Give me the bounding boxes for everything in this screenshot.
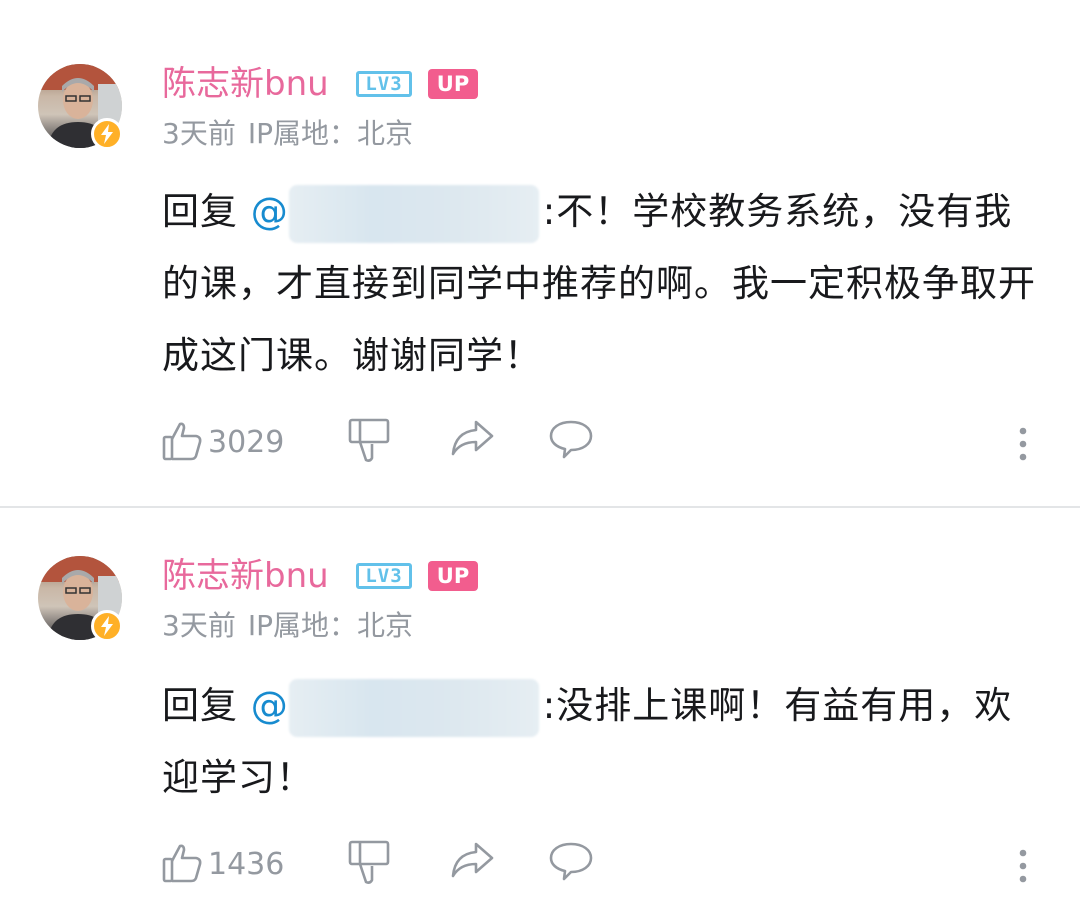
reply-button[interactable] [548, 418, 594, 464]
comment-time: 3天前 [162, 609, 236, 642]
ip-location: IP属地：北京 [247, 117, 413, 150]
dislike-button[interactable] [348, 840, 392, 890]
lightning-badge-icon [91, 610, 123, 642]
mention-link[interactable]: @ [251, 684, 289, 727]
comment-text: 回复 @:不！学校教务系统，没有我的课，才直接到同学中推荐的啊。我一定积极争取开… [162, 176, 1042, 392]
comment-actions: 3029 [162, 418, 1042, 468]
reply-prefix: 回复 [162, 684, 251, 727]
comment-time: 3天前 [162, 117, 236, 150]
comment-actions: 1436 [162, 840, 1042, 890]
reply-prefix: 回复 [162, 190, 251, 233]
thumbs-down-icon [348, 418, 392, 468]
comment-icon [548, 418, 594, 464]
username[interactable]: 陈志新bnu [162, 62, 329, 106]
level-badge: LV3 [356, 563, 412, 589]
like-count: 1436 [208, 847, 285, 882]
up-badge: UP [428, 561, 478, 591]
blurred-username [288, 678, 539, 737]
reply-button[interactable] [548, 840, 594, 886]
username[interactable]: 陈志新bnu [162, 554, 329, 598]
share-icon [450, 418, 496, 462]
share-icon [450, 840, 496, 884]
blurred-username [288, 184, 539, 243]
comment-meta: 3天前 IP属地：北京 [162, 116, 413, 152]
thumbs-up-icon [162, 420, 204, 466]
comment-item: 陈志新bnu LV3 UP 3天前 IP属地：北京 回复 @:没排上课啊！有益有用… [0, 508, 1080, 917]
up-badge: UP [428, 69, 478, 99]
comment-icon [548, 840, 594, 886]
more-vertical-icon[interactable] [1008, 424, 1038, 464]
share-button[interactable] [450, 840, 496, 884]
comment-item: 陈志新bnu LV3 UP 3天前 IP属地：北京 回复 @:不！学校教务系统，没… [0, 0, 1080, 506]
thumbs-down-icon [348, 840, 392, 890]
like-button[interactable]: 3029 [162, 418, 284, 468]
mention-link[interactable]: @ [251, 190, 289, 233]
like-count: 3029 [208, 425, 285, 460]
level-badge: LV3 [356, 71, 412, 97]
dislike-button[interactable] [348, 418, 392, 468]
like-button[interactable]: 1436 [162, 840, 284, 890]
comment-text: 回复 @:没排上课啊！有益有用，欢迎学习！ [162, 670, 1042, 814]
thumbs-up-icon [162, 842, 204, 888]
comment-meta: 3天前 IP属地：北京 [162, 608, 413, 644]
share-button[interactable] [450, 418, 496, 462]
lightning-badge-icon [91, 118, 123, 150]
ip-location: IP属地：北京 [247, 609, 413, 642]
more-vertical-icon[interactable] [1008, 846, 1038, 886]
